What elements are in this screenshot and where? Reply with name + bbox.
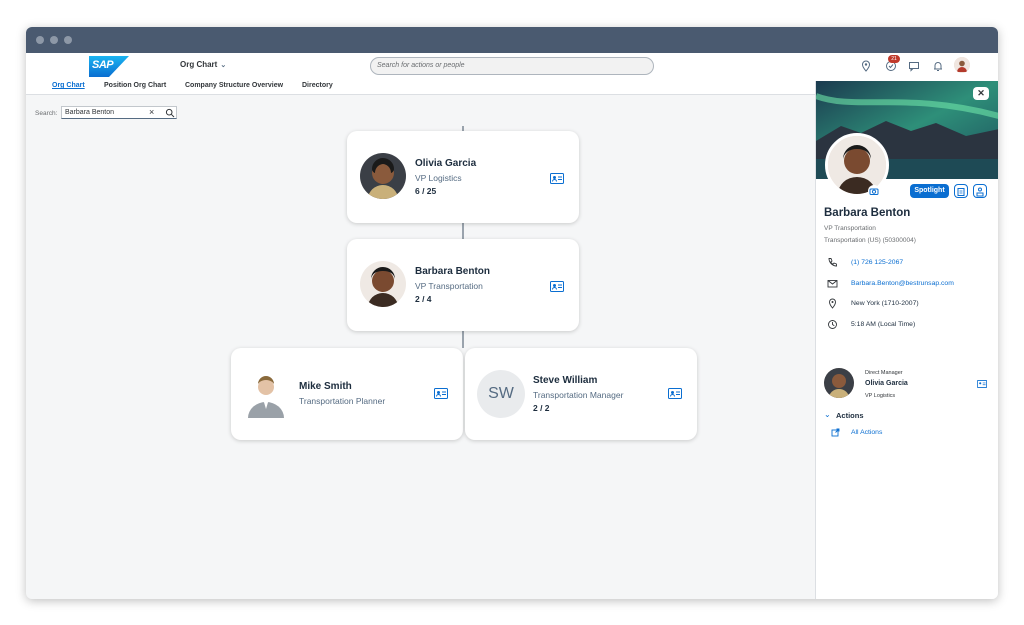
local-time-text: 5:18 AM (Local Time) <box>851 321 916 328</box>
phone-link[interactable]: (1) 726 125-2067 <box>851 259 903 266</box>
manager-avatar[interactable] <box>824 368 854 398</box>
card-title: Transportation Planner <box>299 396 386 406</box>
contact-card-icon[interactable] <box>668 388 682 399</box>
global-search-input[interactable]: Search for actions or people <box>370 57 654 75</box>
app-title-menu[interactable]: Org Chart ⌄ <box>180 60 226 69</box>
contact-card-icon[interactable] <box>434 388 448 399</box>
manager-name[interactable]: Olivia Garcia <box>865 380 908 387</box>
org-card-barbara-benton[interactable]: Barbara Benton VP Transportation 2 / 4 <box>347 239 579 331</box>
contact-card-icon[interactable] <box>550 281 564 292</box>
card-count: 2 / 2 <box>533 403 550 413</box>
profile-title: VP Transportation <box>824 225 876 232</box>
search-placeholder: Search for actions or people <box>377 62 465 69</box>
sap-logo-text: SAP <box>92 59 114 71</box>
window-minimize-dot[interactable] <box>50 36 58 44</box>
card-count: 2 / 4 <box>415 294 432 304</box>
close-panel-button[interactable]: ✕ <box>973 87 989 100</box>
location-pin-icon[interactable] <box>859 59 873 73</box>
profile-side-panel: ✕ Spotlight Barbara Benton VP Transporta… <box>815 81 998 599</box>
org-search-value: Barbara Benton <box>65 109 115 116</box>
shell-bar: SAP Org Chart ⌄ Search for actions or peo… <box>26 53 998 81</box>
tab-org-chart[interactable]: Org Chart <box>52 82 85 89</box>
org-card-steve-william[interactable]: SW Steve William Transportation Manager … <box>465 348 697 440</box>
location-row: New York (1710-2007) <box>824 298 994 310</box>
avatar <box>360 261 406 307</box>
profile-name: Barbara Benton <box>824 207 911 219</box>
card-title: VP Transportation <box>415 281 483 291</box>
clear-icon[interactable]: × <box>149 107 154 117</box>
user-avatar-button[interactable] <box>954 57 970 73</box>
org-structure-button[interactable] <box>973 184 987 198</box>
profile-department: Transportation (US) (50300004) <box>824 237 916 244</box>
actions-heading[interactable]: Actions <box>836 411 864 420</box>
hierarchy-icon <box>976 187 984 197</box>
window-titlebar <box>26 27 998 53</box>
camera-icon[interactable] <box>868 185 880 197</box>
search-icon[interactable] <box>165 108 175 118</box>
avatar <box>360 153 406 199</box>
card-count: 6 / 25 <box>415 186 437 196</box>
app-title: Org Chart <box>180 60 218 69</box>
all-actions-link[interactable]: All Actions <box>851 429 882 436</box>
org-search-input[interactable]: Barbara Benton × <box>61 106 177 119</box>
bell-icon[interactable] <box>931 59 945 73</box>
card-name: Olivia Garcia <box>415 158 477 169</box>
connector-line <box>462 223 464 240</box>
card-title: Transportation Manager <box>533 390 624 400</box>
org-card-mike-smith[interactable]: Mike Smith Transportation Planner <box>231 348 463 440</box>
card-title: VP Logistics <box>415 173 462 183</box>
phone-icon <box>828 258 837 267</box>
tab-bar: Org Chart Position Org Chart Company Str… <box>26 81 815 95</box>
chevron-down-icon[interactable]: ⌄ <box>824 410 831 419</box>
location-pin-icon <box>829 298 836 309</box>
location-text: New York (1710-2007) <box>851 300 919 307</box>
local-time-row: 5:18 AM (Local Time) <box>824 319 994 331</box>
window-close-dot[interactable] <box>36 36 44 44</box>
card-name: Steve William <box>533 375 598 386</box>
contact-card-icon[interactable] <box>550 173 564 184</box>
phone-row[interactable]: (1) 726 125-2067 <box>824 257 994 269</box>
clock-icon <box>828 320 837 329</box>
connector-line <box>462 331 464 348</box>
user-avatar-icon <box>954 57 970 73</box>
spotlight-button[interactable]: Spotlight <box>910 184 949 198</box>
window-maximize-dot[interactable] <box>64 36 72 44</box>
id-card-icon <box>957 188 965 196</box>
card-name: Mike Smith <box>299 381 352 392</box>
chevron-down-icon: ⌄ <box>220 62 227 69</box>
email-row[interactable]: Barbara.Benton@bestrunsap.com <box>824 278 994 290</box>
email-icon <box>827 280 838 288</box>
manager-label: Direct Manager <box>865 370 903 376</box>
tab-position-org-chart[interactable]: Position Org Chart <box>104 82 166 89</box>
search-label: Search: <box>35 110 58 117</box>
avatar <box>244 372 288 418</box>
profile-card-button[interactable] <box>954 184 968 198</box>
notification-badge: 21 <box>888 55 900 63</box>
email-link[interactable]: Barbara.Benton@bestrunsap.com <box>851 280 954 287</box>
org-card-olivia-garcia[interactable]: Olivia Garcia VP Logistics 6 / 25 <box>347 131 579 223</box>
tab-company-structure-overview[interactable]: Company Structure Overview <box>185 82 283 89</box>
tab-directory[interactable]: Directory <box>302 82 333 89</box>
manager-title: VP Logistics <box>865 393 896 399</box>
browser-window: SAP Org Chart ⌄ Search for actions or peo… <box>26 27 998 599</box>
card-name: Barbara Benton <box>415 266 491 277</box>
external-link-icon <box>831 428 840 437</box>
chat-icon[interactable] <box>907 59 921 73</box>
contact-card-icon[interactable] <box>977 380 987 388</box>
initials-avatar: SW <box>477 370 525 418</box>
